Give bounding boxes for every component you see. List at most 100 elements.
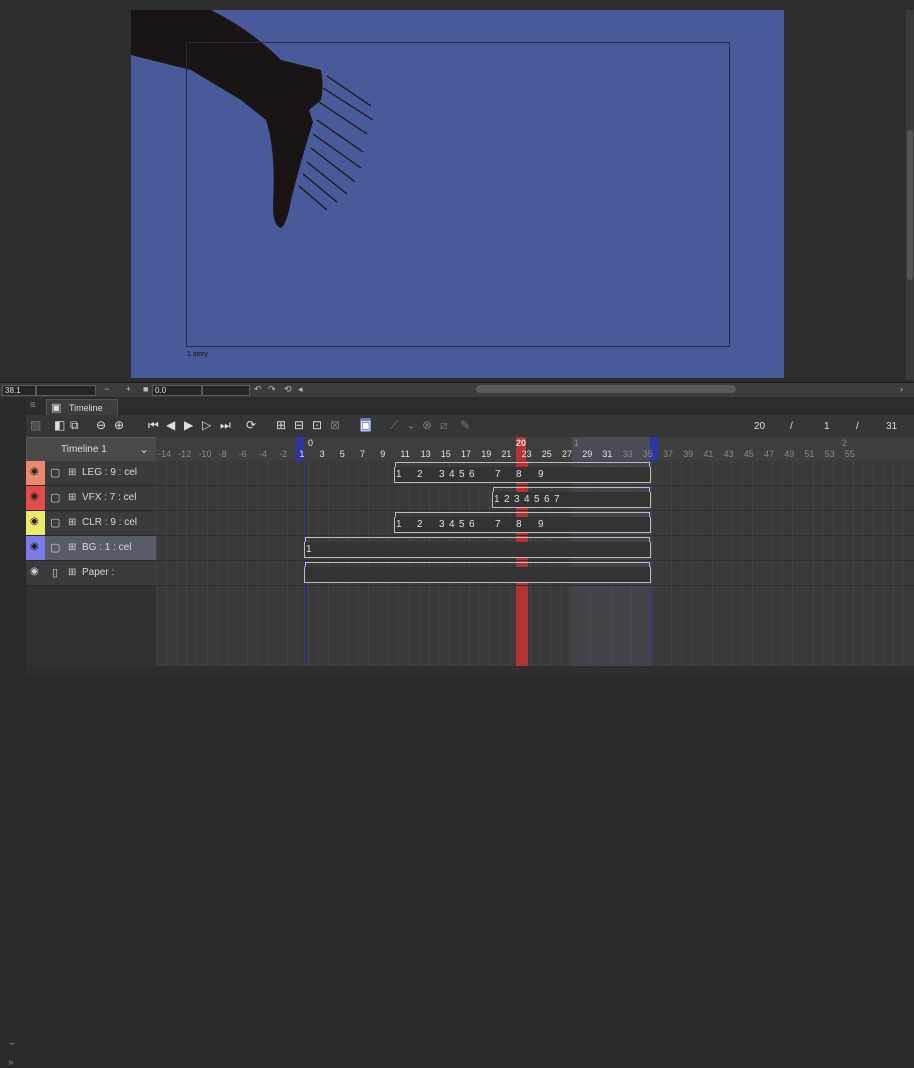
cel-number: 4 [524, 494, 530, 505]
timeline-toolbar: ▨ ◧ ⧉ ⊖ ⊕ ⏮ ◀ ▶ ▷ ⏭ ⟳ ⊞ ⊟ ⊡ ⊠ ▣ ⟋ ⌄ ⊗ ⧄ … [26, 415, 914, 437]
track-paper[interactable] [156, 561, 914, 586]
keyframe-dropdown-icon[interactable]: ⌄ [406, 418, 416, 432]
cel-bar-cap [395, 462, 650, 467]
last-frame-icon[interactable]: ⏭ [220, 418, 231, 433]
transform-icon[interactable]: ⧄ [440, 418, 448, 433]
eye-icon[interactable]: ◉ [30, 466, 39, 477]
track-leg[interactable]: 1 2 3 4 5 6 7 8 9 [156, 461, 914, 486]
timeline-selector[interactable]: Timeline 1 ⌄ [26, 437, 157, 463]
layer-color-clr: ◉ [26, 511, 45, 535]
ruler-tick: 7 [360, 449, 365, 459]
new-cel-icon[interactable]: ⊟ [294, 418, 304, 432]
cel-number: 6 [469, 469, 475, 480]
current-frame-value[interactable]: 20 [754, 421, 765, 432]
double-chevron-icon[interactable]: » [8, 1057, 14, 1068]
cel-bar-vfx[interactable]: 1 2 3 4 5 6 7 [492, 492, 651, 508]
horizontal-scroll-thumb[interactable] [476, 385, 736, 393]
eye-icon[interactable]: ◉ [30, 516, 39, 527]
tab-timeline[interactable]: ▣ Timeline [46, 399, 118, 416]
second-value[interactable]: 1 [824, 421, 830, 432]
canvas-status-bar: 38.1 − + ■ 0.0 ↶ ↷ ⟲ ◂ › [0, 382, 914, 397]
expand-icon[interactable]: ⊞ [68, 542, 76, 553]
cel-bar-clr[interactable]: 1 2 3 4 5 6 7 8 9 [394, 517, 651, 533]
canvas-paper[interactable]: 1 story [131, 10, 784, 378]
specify-cel-icon[interactable]: ⊠ [330, 418, 340, 432]
prev-frame-icon[interactable]: ◀ [166, 418, 175, 432]
track-clr[interactable]: 1 2 3 4 5 6 7 8 9 [156, 511, 914, 536]
layer-row-bg[interactable]: ◉ ▢ ⊞ BG : 1 : cel [26, 536, 156, 561]
ruler-tick: 5 [340, 449, 345, 459]
layer-row-paper[interactable]: ◉ ▯ ⊞ Paper : [26, 561, 156, 586]
keyframe-icon[interactable]: ⟋ [390, 418, 398, 433]
hamburger-icon[interactable]: ≡ [30, 400, 36, 411]
fit-icon[interactable]: ■ [143, 384, 148, 394]
layer-row-clr[interactable]: ◉ ▢ ⊞ CLR : 9 : cel [26, 511, 156, 536]
zoom-in-button[interactable]: + [126, 384, 131, 394]
frame-ruler[interactable]: 0 20 1 2 -14-12-10-8-6-4-213579111315171… [156, 437, 914, 461]
rotate-left-icon[interactable]: ↶ [254, 384, 262, 395]
chevron-down-icon[interactable]: ⌄ [139, 442, 149, 456]
ruler-tick: 27 [562, 449, 572, 459]
track-bg[interactable]: 1 [156, 536, 914, 561]
new-anim-folder-icon[interactable]: ⊞ [276, 418, 286, 432]
camera-icon[interactable]: ⊗ [422, 418, 432, 432]
assign-cel-icon[interactable]: ⊡ [312, 418, 322, 432]
anim-folder-icon: ▢ [50, 491, 60, 504]
first-frame-icon[interactable]: ⏮ [148, 418, 159, 433]
rotate-right-icon[interactable]: ↷ [268, 384, 276, 395]
cel-number: 7 [495, 519, 501, 530]
next-frame-icon[interactable]: ▷ [202, 418, 211, 432]
eye-icon[interactable]: ◉ [30, 541, 39, 552]
pen-icon[interactable]: ✎ [460, 418, 470, 432]
eye-icon[interactable]: ◉ [30, 491, 39, 502]
expand-icon[interactable]: ⊞ [68, 492, 76, 503]
vertical-scrollbar[interactable] [906, 10, 914, 380]
vertical-scroll-thumb[interactable] [907, 130, 913, 280]
timeline-bottom-scrollbar[interactable] [26, 666, 914, 675]
zoom-out-button[interactable]: − [104, 384, 109, 394]
ruler-tick: 39 [683, 449, 693, 459]
layer-row-vfx[interactable]: ◉ ▢ ⊞ VFX : 7 : cel [26, 486, 156, 511]
eye-icon[interactable]: ◉ [30, 566, 39, 577]
cel-bar-cap [305, 537, 650, 542]
layer-row-leg[interactable]: ◉ ▢ ⊞ LEG : 9 : cel [26, 461, 156, 486]
layer-list-empty [26, 586, 156, 666]
play-icon[interactable]: ▶ [184, 418, 193, 432]
zoom-slider[interactable] [36, 385, 96, 396]
cel-bar-leg[interactable]: 1 2 3 4 5 6 7 8 9 [394, 467, 651, 483]
ruler-tick: 25 [542, 449, 552, 459]
end-frame-value[interactable]: 31 [886, 421, 897, 432]
ruler-tick: 9 [380, 449, 385, 459]
cel-number: 9 [538, 469, 544, 480]
story-label: 1 story [187, 351, 208, 358]
cel-bar-paper[interactable] [304, 567, 651, 583]
expand-icon[interactable]: ⊞ [68, 517, 76, 528]
track-vfx[interactable]: 1 2 3 4 5 6 7 [156, 486, 914, 511]
chevron-down-icon[interactable]: ⌄ [8, 1037, 16, 1048]
panel-side-strip: ⌄ » [0, 397, 26, 675]
cel-number: 5 [459, 469, 465, 480]
ruler-tick: 45 [744, 449, 754, 459]
ruler-tick: -8 [219, 449, 227, 459]
enable-onion-icon[interactable]: ▣ [360, 418, 371, 432]
loop-icon[interactable]: ⟳ [246, 418, 256, 432]
zoom-out-icon[interactable]: ⊖ [96, 418, 106, 432]
cel-number: 5 [459, 519, 465, 530]
reset-rotation-icon[interactable]: ⟲ [284, 384, 292, 395]
cel-bar-bg[interactable]: 1 [304, 542, 651, 558]
frame-sep-1: / [790, 421, 793, 432]
light-table-icon[interactable]: ⧉ [70, 418, 79, 433]
scroll-right-icon[interactable]: › [900, 384, 903, 394]
angle-slider[interactable] [202, 385, 250, 396]
track-area[interactable]: 1 2 3 4 5 6 7 8 9 1 2 3 4 5 6 7 1 2 3 [156, 461, 914, 666]
expand-icon[interactable]: ⊞ [68, 467, 76, 478]
angle-value[interactable]: 0.0 [152, 385, 202, 396]
new-timeline-icon[interactable]: ▨ [30, 418, 41, 432]
flip-icon[interactable]: ◂ [298, 384, 303, 395]
zoom-in-icon[interactable]: ⊕ [114, 418, 124, 432]
expand-icon[interactable]: ⊞ [68, 567, 76, 578]
cel-number: 1 [396, 519, 402, 530]
zoom-value[interactable]: 38.1 [2, 385, 36, 396]
ruler-tick: 3 [320, 449, 325, 459]
onion-skin-icon[interactable]: ◧ [54, 418, 65, 432]
